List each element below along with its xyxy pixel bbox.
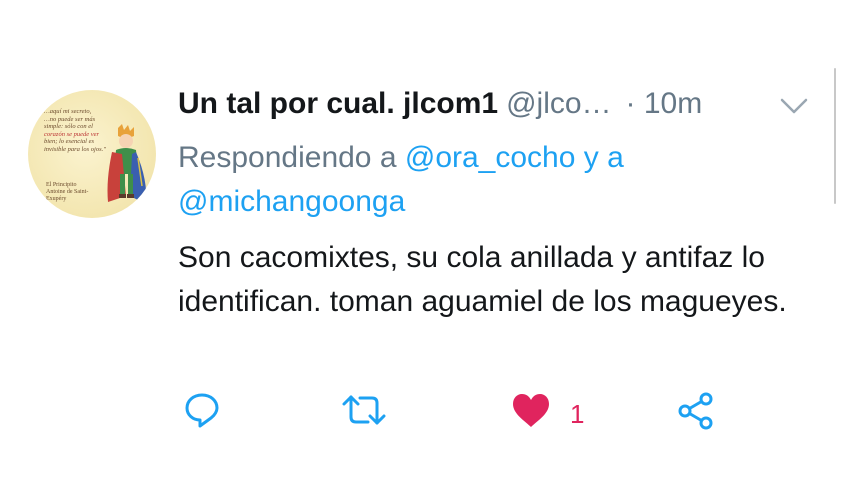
replying-to-label: Respondiendo a <box>178 141 397 174</box>
replying-to: Respondiendo a @ora_cocho y a @michangoo… <box>178 136 798 224</box>
like-count[interactable]: 1 <box>570 396 584 432</box>
tweet-card: …aquí mi secreto, …no puede ser más simp… <box>0 0 843 504</box>
mention-link[interactable]: @michangoonga <box>178 185 405 218</box>
avatar-credit-line: El Principito <box>46 182 77 188</box>
scrollbar[interactable] <box>834 68 836 204</box>
avatar-quote-line: …no puede ser más <box>44 115 96 123</box>
avatar-credit-line: Antoine de Saint-Exupéry <box>46 189 89 202</box>
little-prince-illustration <box>107 124 147 204</box>
user-handle[interactable]: @jlco… <box>506 87 611 120</box>
retweet-icon[interactable] <box>340 390 388 430</box>
timestamp[interactable]: · 10m <box>626 87 703 120</box>
mention-link[interactable]: @ora_cocho <box>405 141 576 174</box>
display-name[interactable]: Un tal por cual. jlcom1 <box>178 87 498 120</box>
chevron-down-icon[interactable] <box>779 96 809 116</box>
reply-icon[interactable] <box>182 390 222 430</box>
avatar-credit: El Principito Antoine de Saint-Exupéry <box>46 182 106 203</box>
heart-icon[interactable] <box>510 390 552 430</box>
avatar-quote-line: …aquí mi secreto, <box>44 108 92 115</box>
tweet-text: Son cacomixtes, su cola anillada y antif… <box>178 241 787 318</box>
share-icon[interactable] <box>676 390 718 432</box>
avatar[interactable]: …aquí mi secreto, …no puede ser más simp… <box>28 90 156 218</box>
tweet-actions: 1 <box>0 390 843 440</box>
replying-to-joiner: y a <box>583 141 624 174</box>
tweet-header: Un tal por cual. jlcom1 @jlco… · 10m <box>178 84 702 124</box>
